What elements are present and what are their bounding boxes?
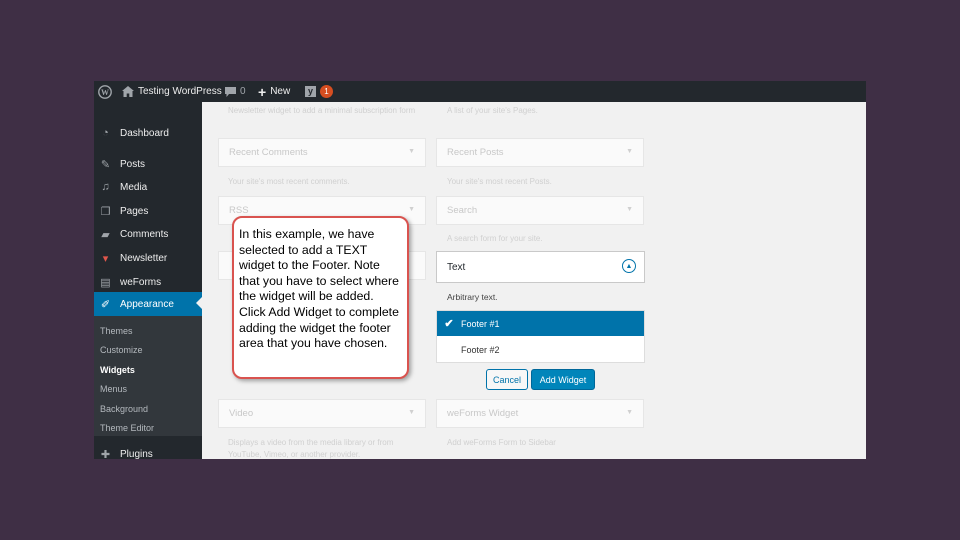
- widget-title: Recent Posts: [447, 147, 504, 158]
- comment-icon: ▰: [101, 228, 110, 241]
- submenu-widgets[interactable]: Widgets: [100, 365, 135, 375]
- area-option-label: Footer #2: [461, 344, 500, 355]
- menu-item-pages[interactable]: ❐ Pages: [94, 200, 202, 222]
- wordpress-logo-icon[interactable]: W: [98, 81, 112, 102]
- collapse-arrow-icon[interactable]: ▲: [622, 259, 636, 273]
- submenu-background[interactable]: Background: [100, 404, 148, 414]
- menu-label: weForms: [120, 276, 162, 288]
- site-name: Testing WordPress: [138, 86, 222, 97]
- widget-title: RSS: [229, 205, 249, 216]
- menu-label: Pages: [120, 205, 149, 217]
- pin-icon: ✎: [100, 158, 111, 171]
- annotation-callout: In this example, we have selected to add…: [232, 216, 409, 379]
- area-option-footer-2[interactable]: Footer #2: [437, 337, 644, 362]
- widget-title: Text: [447, 262, 466, 273]
- checkmark-icon: ✔: [444, 318, 454, 330]
- expand-arrow-icon: ▼: [408, 148, 415, 155]
- widget-description-search: A search form for your site.: [447, 234, 543, 243]
- menu-item-dashboard[interactable]: ◔ Dashboard: [94, 122, 202, 144]
- menu-item-posts[interactable]: ✎ Posts: [94, 153, 202, 175]
- submenu-customize[interactable]: Customize: [100, 345, 143, 355]
- dashboard-icon: ◔: [102, 127, 109, 139]
- submenu-themes[interactable]: Themes: [100, 326, 133, 336]
- wordpress-screen: W Testing WordPress 0 + New y 1 ◔ Dashboa…: [94, 81, 866, 459]
- admin-sidebar: ◔ Dashboard ✎ Posts ♫ Media ❐ Pages ▰ Comment…: [94, 102, 202, 459]
- new-content-link[interactable]: + New: [258, 81, 290, 102]
- menu-item-media[interactable]: ♫ Media: [94, 176, 202, 198]
- plus-icon: +: [258, 83, 267, 100]
- site-name-link[interactable]: Testing WordPress: [122, 81, 222, 102]
- cancel-button[interactable]: Cancel: [486, 369, 528, 390]
- widget-description-newsletter: Newsletter widget to add a minimal subsc…: [228, 106, 416, 115]
- new-label: New: [270, 86, 291, 97]
- expand-arrow-icon: ▼: [408, 206, 415, 213]
- widget-description-text: Arbitrary text.: [447, 292, 498, 302]
- menu-item-newsletter[interactable]: ▾ Newsletter: [94, 247, 202, 269]
- menu-label: Newsletter: [120, 252, 168, 264]
- comments-link[interactable]: 0: [225, 81, 246, 102]
- widget-text-open[interactable]: Text ▲: [436, 251, 645, 283]
- widget-area-chooser: ✔ Footer #1 Footer #2: [436, 310, 645, 363]
- active-indicator: [196, 297, 202, 309]
- add-widget-button[interactable]: Add Widget: [531, 369, 595, 390]
- newsletter-icon: ▾: [102, 252, 109, 265]
- media-icon: ♫: [101, 181, 110, 193]
- widget-recent-posts[interactable]: Recent Posts ▼: [436, 138, 644, 167]
- widget-title: Search: [447, 205, 478, 216]
- widget-description-recent-comments: Your site's most recent comments.: [228, 177, 350, 186]
- expand-arrow-icon: ▼: [626, 409, 633, 416]
- menu-label: Appearance: [120, 298, 174, 310]
- area-option-footer-1[interactable]: ✔ Footer #1: [437, 311, 644, 336]
- widget-description-video: Displays a video from the media library …: [228, 438, 394, 459]
- notification-badge: 1: [320, 85, 333, 98]
- widget-recent-comments[interactable]: Recent Comments ▼: [218, 138, 426, 167]
- comment-bubble-icon: [225, 86, 236, 97]
- yoast-icon: y: [305, 86, 316, 97]
- widget-video[interactable]: Video ▼: [218, 399, 426, 428]
- brush-icon: ✐: [100, 298, 111, 311]
- pages-icon: ❐: [100, 205, 111, 218]
- widget-title: Video: [229, 408, 254, 419]
- widget-description-weforms: Add weForms Form to Sidebar: [447, 438, 556, 447]
- menu-item-appearance[interactable]: ✐ Appearance: [94, 292, 202, 316]
- menu-label: Comments: [120, 228, 169, 240]
- appearance-submenu: Themes Customize Widgets Menus Backgroun…: [94, 316, 202, 436]
- menu-item-weforms[interactable]: ▤ weForms: [94, 271, 202, 293]
- area-option-label: Footer #1: [461, 318, 500, 329]
- home-icon: [122, 86, 134, 97]
- widget-search[interactable]: Search ▼: [436, 196, 644, 225]
- menu-item-comments[interactable]: ▰ Comments: [94, 223, 202, 245]
- menu-label: Plugins: [120, 448, 153, 460]
- widget-title: weForms Widget: [447, 408, 519, 419]
- expand-arrow-icon: ▼: [408, 409, 415, 416]
- menu-label: Posts: [120, 158, 146, 170]
- menu-label: Dashboard: [120, 127, 169, 139]
- submenu-theme-editor[interactable]: Theme Editor: [100, 423, 154, 433]
- widget-description-recent-posts: Your site's most recent Posts.: [447, 177, 552, 186]
- expand-arrow-icon: ▼: [626, 206, 633, 213]
- expand-arrow-icon: ▼: [626, 148, 633, 155]
- submenu-menus[interactable]: Menus: [100, 384, 127, 394]
- menu-label: Media: [120, 181, 148, 193]
- yoast-menu[interactable]: y 1: [305, 81, 333, 102]
- plugin-icon: ✚: [100, 448, 111, 460]
- widget-weforms[interactable]: weForms Widget ▼: [436, 399, 644, 428]
- weforms-icon: ▤: [100, 276, 111, 289]
- svg-text:W: W: [101, 88, 109, 97]
- widget-description-pages: A list of your site's Pages.: [447, 106, 538, 115]
- widget-title: Recent Comments: [229, 147, 308, 158]
- comment-count: 0: [240, 86, 246, 97]
- menu-item-plugins[interactable]: ✚ Plugins: [94, 443, 202, 460]
- admin-bar: W Testing WordPress 0 + New y 1: [94, 81, 866, 102]
